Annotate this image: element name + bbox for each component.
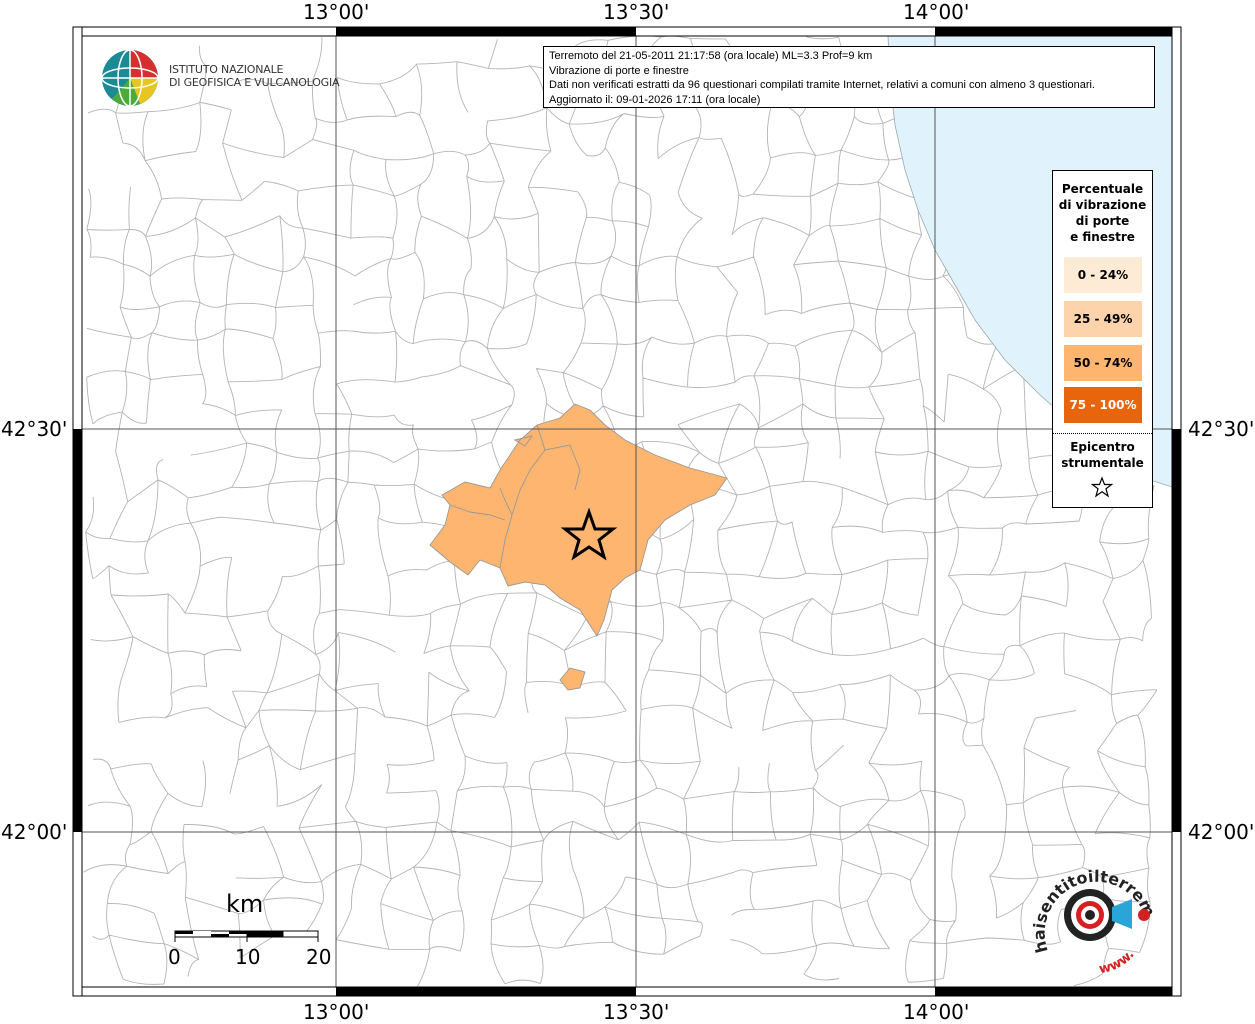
legend-item-label: 0 - 24%: [1077, 268, 1129, 282]
hsit-logo-www: www.: [1098, 947, 1138, 977]
hsit-logo: haisentitoilterremoto.it www.: [1032, 855, 1159, 977]
left-tick-42-00: 42°00': [1, 820, 68, 844]
star-outline-icon: [1091, 476, 1113, 498]
bottom-tick-13-00: 13°00': [303, 1000, 370, 1024]
legend-separator: [1053, 433, 1152, 434]
event-description: Terremoto del 21-05-2011 21:17:58 (ora l…: [549, 50, 873, 62]
top-tick-14-00: 14°00': [903, 0, 970, 24]
scale-label-10: 10: [235, 945, 261, 969]
scale-label-20: 20: [306, 945, 332, 969]
svg-text:www.: www.: [1098, 947, 1138, 977]
ingv-logo-text: ISTITUTO NAZIONALE DI GEOFISICA E VULCAN…: [169, 63, 340, 89]
legend-item-label: 50 - 74%: [1073, 356, 1133, 370]
top-tick-13-00: 13°00': [303, 0, 370, 24]
legend-item-0-24: 0 - 24%: [1064, 257, 1142, 293]
legend-epicenter-line: Epicentro: [1070, 440, 1135, 454]
ingv-logo: [100, 47, 162, 113]
legend-title-line: e finestre: [1070, 230, 1135, 244]
legend-item-label: 25 - 49%: [1073, 312, 1133, 326]
legend-epicenter-label: Epicentro strumentale: [1053, 439, 1152, 471]
legend-epicenter-line: strumentale: [1061, 456, 1144, 470]
event-data-note: Dati non verificati estratti da 96 quest…: [549, 79, 1095, 91]
event-subtitle: Vibrazione di porte e finestre: [549, 64, 689, 77]
bottom-tick-14-00: 14°00': [903, 1000, 970, 1024]
legend-title: Percentuale di vibrazione di porte e fin…: [1053, 181, 1152, 245]
scale-label-0: 0: [168, 945, 181, 969]
event-info-box: Terremoto del 21-05-2011 21:17:58 (ora l…: [543, 46, 1155, 108]
scale-title: km: [226, 890, 264, 918]
right-tick-42-00: 42°00': [1188, 820, 1255, 844]
legend-title-line: Percentuale: [1061, 182, 1144, 196]
event-updated: Aggiornato il: 09-01-2026 17:11 (ora loc…: [549, 93, 761, 106]
right-tick-42-30: 42°30': [1188, 417, 1255, 441]
legend-title-line: di porte: [1075, 214, 1130, 228]
top-tick-13-30: 13°30': [603, 0, 670, 24]
ingv-line-2: DI GEOFISICA E VULCANOLOGIA: [169, 76, 340, 89]
legend-item-50-74: 50 - 74%: [1064, 345, 1142, 381]
legend-item-label: 75 - 100%: [1069, 398, 1137, 412]
legend-item-75-100: 75 - 100%: [1064, 387, 1142, 423]
legend-item-25-49: 25 - 49%: [1064, 301, 1142, 337]
left-tick-42-30: 42°30': [1, 417, 68, 441]
legend: Percentuale di vibrazione di porte e fin…: [1052, 170, 1153, 508]
legend-title-line: di vibrazione: [1058, 198, 1147, 212]
bottom-tick-13-30: 13°30': [603, 1000, 670, 1024]
ingv-line-1: ISTITUTO NAZIONALE: [169, 63, 284, 76]
